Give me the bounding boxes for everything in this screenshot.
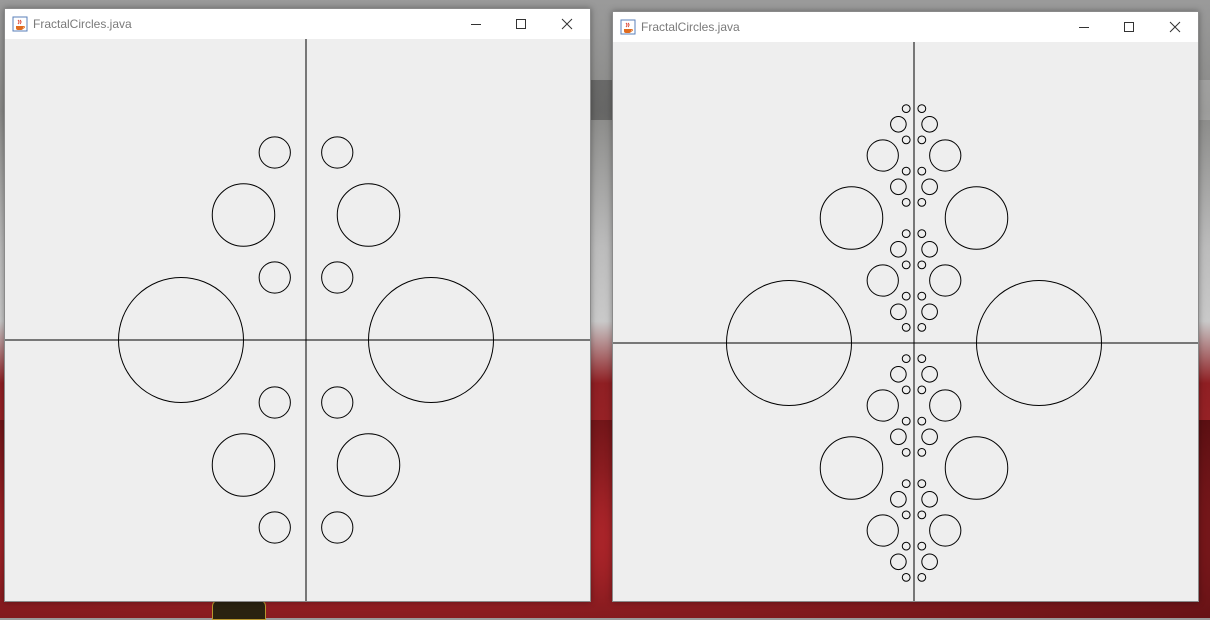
fractal-circle [901, 354, 911, 364]
fractal-circle [258, 511, 291, 544]
fractal-circle [901, 541, 911, 551]
fractal-circle [929, 139, 962, 172]
fractal-circle [921, 303, 938, 321]
fractal-circle [917, 385, 927, 395]
fractal-circle [890, 428, 907, 446]
fractal-circle [921, 490, 938, 508]
fractal-circle [901, 416, 911, 426]
close-icon [561, 18, 573, 30]
maximize-button[interactable] [1106, 12, 1152, 42]
fractal-circle [944, 186, 1009, 250]
fractal-circle [819, 186, 884, 250]
fractal-circle [917, 541, 927, 551]
fractal-circle [890, 240, 907, 258]
fractal-circle [258, 261, 291, 294]
fractal-circle [258, 136, 291, 169]
fractal-circles-drawing [5, 39, 590, 601]
fractal-circle [336, 433, 401, 497]
fractal-circle [917, 572, 927, 582]
fractal-circle [321, 136, 354, 169]
fractal-circle [917, 354, 927, 364]
fractal-window-left[interactable]: FractalCircles.java [4, 8, 591, 602]
fractal-circle [917, 479, 927, 489]
close-button[interactable] [544, 9, 590, 39]
fractal-circle [917, 229, 927, 239]
fractal-circle [917, 322, 927, 332]
fractal-circle [917, 416, 927, 426]
fractal-circle [929, 389, 962, 422]
fractal-circle [890, 115, 907, 133]
fractal-circle [890, 303, 907, 321]
fractal-circle [890, 178, 907, 196]
fractal-circle [944, 436, 1009, 500]
fractal-circle [901, 385, 911, 395]
fractal-circle [921, 428, 938, 446]
fractal-circle [921, 553, 938, 571]
fractal-window-right[interactable]: FractalCircles.java [612, 11, 1199, 602]
maximize-button[interactable] [498, 9, 544, 39]
java-cup-icon [620, 19, 636, 35]
fractal-circle [917, 166, 927, 176]
fractal-circle [921, 365, 938, 383]
fractal-circle [321, 261, 354, 294]
fractal-circles-drawing [613, 42, 1198, 601]
fractal-circle [819, 436, 884, 500]
minimize-icon [471, 24, 481, 25]
title-bar[interactable]: FractalCircles.java [5, 9, 590, 39]
fractal-circle [901, 572, 911, 582]
drawing-canvas [5, 39, 590, 601]
fractal-circle [901, 260, 911, 270]
fractal-circle [890, 553, 907, 571]
maximize-icon [1124, 22, 1134, 32]
fractal-circle [211, 183, 276, 247]
fractal-circle [921, 240, 938, 258]
fractal-circle [866, 264, 899, 297]
fractal-circle [901, 104, 911, 114]
maximize-icon [516, 19, 526, 29]
fractal-circle [901, 197, 911, 207]
fractal-circle [917, 135, 927, 145]
minimize-icon [1079, 27, 1089, 28]
fractal-circle [211, 433, 276, 497]
fractal-circle [901, 479, 911, 489]
close-button[interactable] [1152, 12, 1198, 42]
fractal-circle [901, 322, 911, 332]
java-cup-icon [12, 16, 28, 32]
fractal-circle [890, 365, 907, 383]
fractal-circle [929, 264, 962, 297]
fractal-circle [336, 183, 401, 247]
fractal-circle [321, 386, 354, 419]
fractal-circle [901, 166, 911, 176]
title-bar[interactable]: FractalCircles.java [613, 12, 1198, 42]
fractal-circle [917, 260, 927, 270]
fractal-circle [866, 514, 899, 547]
fractal-circle [258, 386, 291, 419]
fractal-circle [917, 197, 927, 207]
fractal-circle [917, 291, 927, 301]
fractal-circle [917, 447, 927, 457]
close-icon [1169, 21, 1181, 33]
fractal-circle [901, 229, 911, 239]
fractal-circle [929, 514, 962, 547]
fractal-circle [917, 510, 927, 520]
fractal-circle [321, 511, 354, 544]
window-title: FractalCircles.java [641, 20, 740, 34]
minimize-button[interactable] [453, 9, 499, 39]
fractal-circle [890, 490, 907, 508]
fractal-circle [917, 104, 927, 114]
fractal-circle [921, 115, 938, 133]
fractal-circle [901, 447, 911, 457]
fractal-circle [901, 291, 911, 301]
fractal-circle [921, 178, 938, 196]
wallpaper-badge [212, 600, 266, 620]
fractal-circle [866, 389, 899, 422]
drawing-canvas [613, 42, 1198, 601]
window-title: FractalCircles.java [33, 17, 132, 31]
minimize-button[interactable] [1061, 12, 1107, 42]
fractal-circle [866, 139, 899, 172]
fractal-circle [901, 135, 911, 145]
fractal-circle [901, 510, 911, 520]
